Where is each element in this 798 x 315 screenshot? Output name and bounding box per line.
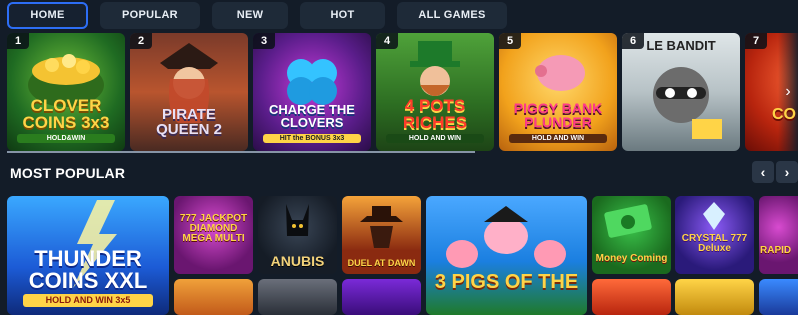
- game-title: CHARGE THE CLOVERS: [269, 102, 355, 130]
- game-tile-fortune[interactable]: [592, 279, 671, 315]
- game-tile-clover-coins[interactable]: 1 CLOVER COINS 3x3 HOLD&WIN: [7, 33, 125, 151]
- game-tile-cat[interactable]: [258, 279, 337, 315]
- game-tile-le-bandit[interactable]: 6 LE BANDIT: [622, 33, 740, 151]
- game-tile-blue[interactable]: [759, 279, 798, 315]
- game-subtitle: HIT the BONUS 3x3: [263, 134, 361, 143]
- tab-new[interactable]: NEW: [212, 1, 288, 29]
- game-subtitle: HOLD AND WIN: [509, 134, 607, 143]
- tab-hot[interactable]: HOT: [300, 1, 385, 29]
- game-title: Money Coming: [595, 253, 668, 264]
- pigs-icon: [446, 206, 566, 268]
- game-title: 4 POTS RICHES: [402, 96, 468, 132]
- game-title: 777 JACKPOT DIAMOND MEGA MULTI: [179, 213, 248, 244]
- category-tabs: HOME POPULAR NEW HOT ALL GAMES: [0, 0, 798, 30]
- strip-next-arrow[interactable]: ›: [778, 33, 798, 151]
- rank-badge: 2: [130, 33, 152, 49]
- game-tile-piggy-bank-plunder[interactable]: 5 PIGGY BANK PLUNDER HOLD AND WIN: [499, 33, 617, 151]
- game-tile-buffalo[interactable]: [174, 279, 253, 315]
- rank-badge: 4: [376, 33, 398, 49]
- game-tile-duel-at-dawn[interactable]: DUEL AT DAWN: [342, 196, 421, 274]
- next-button[interactable]: ›: [776, 161, 798, 183]
- tab-all-games[interactable]: ALL GAMES: [397, 1, 507, 29]
- section-title: MOST POPULAR: [10, 165, 126, 181]
- rank-badge: 5: [499, 33, 521, 49]
- game-tile-4-pots-riches[interactable]: 4 4 POTS RICHES HOLD AND WIN: [376, 33, 494, 151]
- game-title: THUNDER COINS XXL: [28, 246, 148, 293]
- game-title: CO NON: [772, 106, 798, 123]
- casino-lobby: HOME POPULAR NEW HOT ALL GAMES 1 CLOVER …: [0, 0, 798, 315]
- game-title: ANUBIS: [270, 253, 325, 269]
- game-title: CRYSTAL 777 Deluxe: [681, 233, 748, 254]
- rank-badge: 1: [7, 33, 29, 49]
- tab-popular[interactable]: POPULAR: [100, 1, 200, 29]
- game-title: CLOVER COINS 3x3: [22, 96, 110, 132]
- prev-button[interactable]: ‹: [752, 161, 774, 183]
- rank-badge: 7: [745, 33, 767, 49]
- top-games-strip: 1 CLOVER COINS 3x3 HOLD&WIN 2 PIRATE QUE…: [7, 33, 798, 151]
- game-title: PIRATE QUEEN 2: [156, 106, 222, 138]
- game-tile-charge-the-clovers[interactable]: 3 CHARGE THE CLOVERS HIT the BONUS 3x3: [253, 33, 371, 151]
- game-subtitle: HOLD&WIN: [17, 134, 115, 143]
- rank-badge: 6: [622, 33, 644, 49]
- game-title: PIGGY BANK PLUNDER: [513, 100, 603, 130]
- game-tile-rapid[interactable]: RAPID: [759, 196, 798, 274]
- game-title: DUEL AT DAWN: [347, 258, 416, 268]
- game-tile-3-pigs[interactable]: 3 PIGS OF THE: [426, 196, 587, 315]
- game-subtitle: HOLD AND WIN: [386, 134, 484, 143]
- game-tile-anubis[interactable]: ANUBIS: [258, 196, 337, 274]
- tab-home[interactable]: HOME: [7, 1, 88, 29]
- game-tile-money-coming[interactable]: Money Coming: [592, 196, 671, 274]
- game-tile-pirate-queen[interactable]: 2 PIRATE QUEEN 2: [130, 33, 248, 151]
- strip-scrollbar[interactable]: [7, 151, 475, 153]
- game-tile-coins[interactable]: [675, 279, 754, 315]
- section-nav: ‹ ›: [752, 161, 798, 183]
- game-tile-purple[interactable]: [342, 279, 421, 315]
- game-tile-777-mega-multi[interactable]: 777 JACKPOT DIAMOND MEGA MULTI: [174, 196, 253, 274]
- game-tile-crystal-777[interactable]: CRYSTAL 777 Deluxe: [675, 196, 754, 274]
- game-subtitle: HOLD AND WIN 3x5: [23, 294, 153, 307]
- game-tile-thunder-coins[interactable]: THUNDER COINS XXL HOLD AND WIN 3x5: [7, 196, 169, 315]
- rank-badge: 3: [253, 33, 275, 49]
- game-title: 3 PIGS OF THE: [434, 271, 579, 293]
- game-title: RAPID: [760, 245, 792, 256]
